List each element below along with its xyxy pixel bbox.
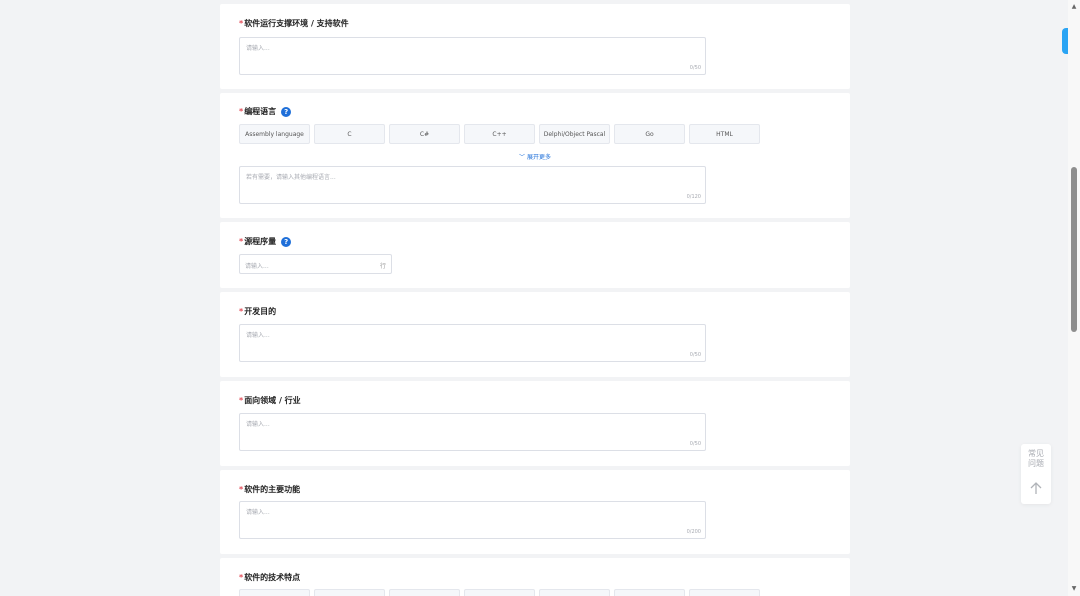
char-count: 0/200	[686, 529, 701, 535]
section-runtime-env: * 软件运行支撑环境 / 支持软件 请输入... 0/50	[220, 4, 850, 89]
section-title: * 源程序量 ?	[239, 236, 292, 247]
char-count: 0/50	[689, 65, 701, 71]
form-viewport: * 软件运行支撑环境 / 支持软件 请输入... 0/50 * 编程语言 ? A…	[0, 0, 1068, 596]
placeholder: 请输入...	[246, 509, 270, 516]
language-option[interactable]: Delphi/Object Pascal	[539, 124, 610, 144]
section-title-text: 开发目的	[244, 307, 277, 316]
section-title-text: 编程语言	[244, 107, 277, 116]
scroll-down-arrow-icon[interactable]: ▼	[1068, 584, 1080, 594]
language-option[interactable]: C#	[389, 124, 460, 144]
required-mark: *	[239, 573, 244, 582]
faq-label-line2: 问题	[1028, 459, 1044, 468]
domain-industry-textarea[interactable]: 请输入... 0/50	[239, 413, 706, 451]
placeholder: 请输入...	[246, 45, 270, 52]
unit-suffix: 行	[379, 263, 386, 270]
floating-help-panel: 常见 问题	[1021, 444, 1051, 504]
expand-more-link[interactable]: ﹀ 展开更多	[220, 152, 850, 161]
placeholder: 请输入...	[245, 263, 269, 270]
tech-feature-option[interactable]	[389, 589, 460, 596]
section-title: * 软件运行支撑环境 / 支持软件	[239, 18, 349, 29]
required-mark: *	[239, 485, 244, 494]
required-mark: *	[239, 307, 244, 316]
required-mark: *	[239, 19, 244, 28]
language-option[interactable]: C	[314, 124, 385, 144]
language-option[interactable]: Assembly language	[239, 124, 310, 144]
section-title-text: 面向领域 / 行业	[244, 396, 301, 405]
language-option[interactable]: Go	[614, 124, 685, 144]
section-source-lines: * 源程序量 ? 请输入... 行	[220, 222, 850, 288]
char-count: 0/50	[689, 352, 701, 358]
section-main-features: * 软件的主要功能 请输入... 0/200	[220, 470, 850, 554]
main-features-textarea[interactable]: 请输入... 0/200	[239, 501, 706, 539]
tech-feature-option[interactable]	[464, 589, 535, 596]
section-title: * 面向领域 / 行业	[239, 395, 301, 406]
back-to-top-button[interactable]	[1021, 480, 1051, 499]
tech-feature-option[interactable]	[539, 589, 610, 596]
required-mark: *	[239, 107, 244, 116]
scroll-thumb[interactable]	[1071, 167, 1077, 332]
section-domain-industry: * 面向领域 / 行业 请输入... 0/50	[220, 381, 850, 466]
scroll-up-arrow-icon[interactable]: ▲	[1068, 2, 1080, 12]
section-title-text: 源程序量	[244, 237, 277, 246]
section-title: * 编程语言 ?	[239, 106, 292, 117]
other-language-textarea[interactable]: 若有需要，请输入其他编程语言... 0/120	[239, 166, 706, 204]
required-mark: *	[239, 396, 244, 405]
runtime-env-textarea[interactable]: 请输入... 0/50	[239, 37, 706, 75]
tech-feature-option[interactable]	[314, 589, 385, 596]
source-lines-input[interactable]: 请输入... 行	[239, 254, 392, 274]
page-scrollbar[interactable]: ▲ ▼	[1068, 0, 1080, 596]
expand-more-label: 展开更多	[526, 154, 551, 161]
faq-label-line1: 常见	[1028, 449, 1044, 458]
section-title: * 开发目的	[239, 306, 276, 317]
char-count: 0/50	[689, 441, 701, 447]
section-tech-features: * 软件的技术特点	[220, 558, 850, 596]
tech-feature-options	[239, 589, 760, 596]
section-title-text: 软件的主要功能	[244, 485, 301, 494]
dev-purpose-textarea[interactable]: 请输入... 0/50	[239, 324, 706, 362]
placeholder: 请输入...	[246, 421, 270, 428]
section-dev-purpose: * 开发目的 请输入... 0/50	[220, 292, 850, 377]
arrow-up-icon	[1030, 482, 1042, 494]
help-icon[interactable]: ?	[281, 106, 292, 117]
tech-feature-option[interactable]	[239, 589, 310, 596]
tech-feature-option[interactable]	[689, 589, 760, 596]
help-icon[interactable]: ?	[281, 236, 292, 247]
section-programming-language: * 编程语言 ? Assembly language C C# C++ Delp…	[220, 93, 850, 218]
language-option[interactable]: HTML	[689, 124, 760, 144]
faq-button[interactable]: 常见 问题	[1021, 449, 1051, 469]
section-title: * 软件的技术特点	[239, 572, 300, 583]
required-mark: *	[239, 237, 244, 246]
chevron-down-icon: ﹀	[519, 154, 526, 161]
section-title-text: 软件的技术特点	[244, 573, 301, 582]
language-option[interactable]: C++	[464, 124, 535, 144]
char-count: 0/120	[686, 194, 701, 200]
placeholder: 若有需要，请输入其他编程语言...	[246, 174, 336, 181]
tech-feature-option[interactable]	[614, 589, 685, 596]
section-title-text: 软件运行支撑环境 / 支持软件	[244, 19, 349, 28]
section-title: * 软件的主要功能	[239, 484, 300, 495]
placeholder: 请输入...	[246, 332, 270, 339]
language-options: Assembly language C C# C++ Delphi/Object…	[239, 124, 760, 144]
